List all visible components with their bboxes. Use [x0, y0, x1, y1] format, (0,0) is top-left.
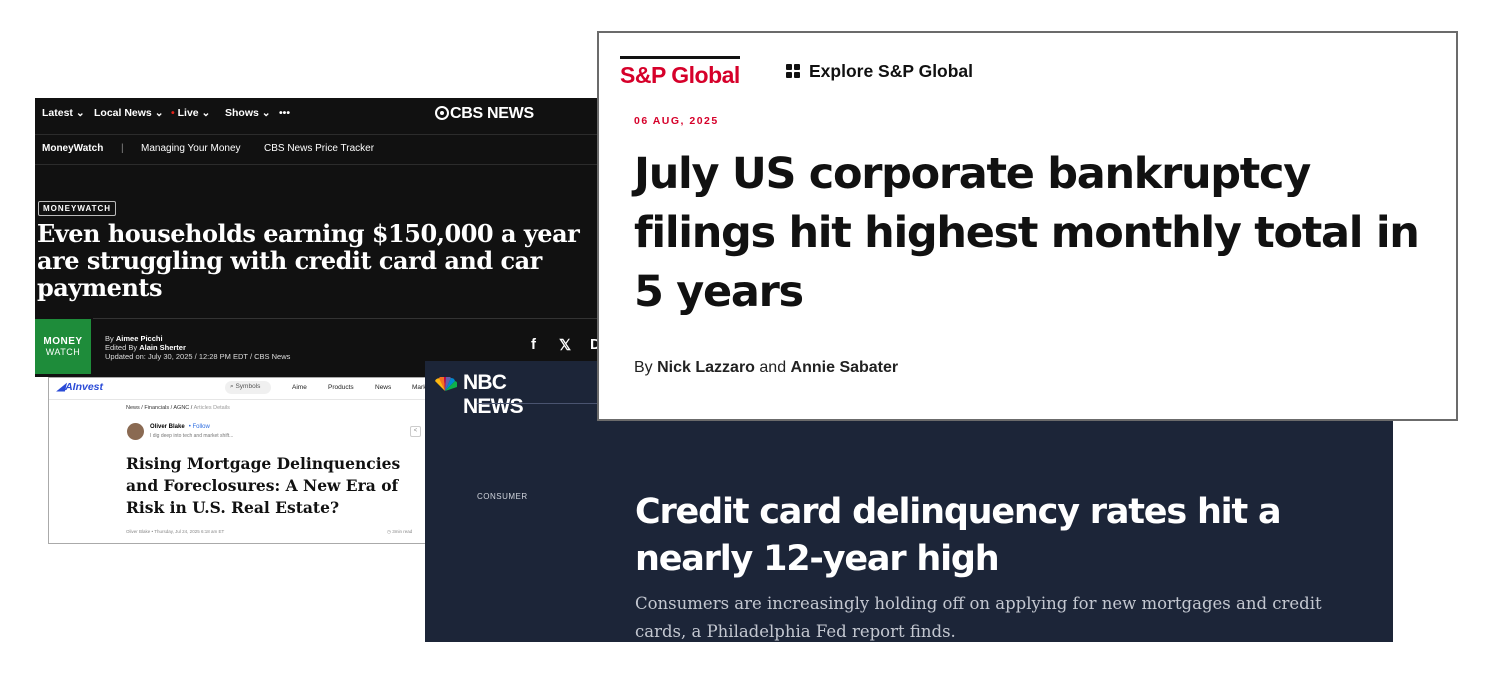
x-twitter-icon[interactable]: 𝕏 [559, 336, 571, 354]
ainvest-screenshot: ◢AInvest ⌕ Symbols Aime Products News Ma… [48, 377, 438, 544]
editor-name[interactable]: Alain Sherter [139, 343, 186, 352]
nav-local-news[interactable]: Local News ⌄ [94, 107, 164, 119]
edited-prefix: Edited By [105, 343, 138, 352]
follow-label: Follow [192, 424, 210, 430]
breadcrumb-path[interactable]: News / Financials / AGNC / [126, 405, 194, 411]
ainvest-logo-mark-icon: ◢ [57, 381, 66, 393]
grid-icon [786, 64, 800, 78]
nav-live-label: Live ⌄ [177, 107, 211, 119]
nav-live[interactable]: • Live ⌄ [171, 107, 210, 119]
nav-latest[interactable]: Latest ⌄ [42, 107, 85, 119]
author-name[interactable]: Aimee Picchi [116, 334, 163, 343]
follow-button[interactable]: • Follow [189, 424, 210, 430]
by-prefix: By [105, 334, 114, 343]
search-placeholder: Symbols [235, 383, 261, 390]
read-time-label: 3min read [392, 529, 413, 534]
ainvest-logo[interactable]: ◢AInvest [57, 381, 103, 393]
breadcrumb: News / Financials / AGNC / Articles Deta… [126, 405, 230, 411]
subnav-price-tracker[interactable]: CBS News Price Tracker [264, 143, 374, 154]
nav-products[interactable]: Products [328, 384, 354, 391]
author-name[interactable]: Oliver Blake [150, 424, 185, 430]
subnav-moneywatch[interactable]: MoneyWatch [42, 143, 103, 154]
article-headline: Credit card delinquency rates hit a near… [635, 492, 1282, 579]
live-dot-icon: • [171, 107, 175, 119]
cbs-eye-icon [435, 106, 449, 120]
moneywatch-logo-top: MONEY [43, 336, 83, 347]
byline: By Nick Lazzaro and Annie Sabater [634, 359, 898, 377]
article-date: 06 AUG, 2025 [634, 115, 719, 127]
cbs-logo[interactable]: CBS NEWS [435, 104, 534, 123]
subnav-divider: | [121, 143, 124, 154]
facebook-icon[interactable]: f [531, 336, 536, 353]
author-bio: I dig deep into tech and market shift... [150, 433, 234, 439]
cbs-news-screenshot: Latest ⌄ Local News ⌄ • Live ⌄ Shows ⌄ •… [35, 98, 615, 377]
article-title: Rising Mortgage Delinquencies and Forecl… [126, 454, 401, 517]
breadcrumb-current: Articles Details [193, 405, 230, 411]
divider [93, 318, 615, 319]
share-icon[interactable]: < [410, 426, 421, 437]
moneywatch-logo: MONEY WATCH [35, 319, 91, 374]
cbs-sub-nav: MoneyWatch | Managing Your Money CBS New… [35, 135, 615, 165]
nav-news[interactable]: News [375, 384, 391, 391]
read-time: ◷ 3min read [387, 529, 412, 535]
author-name-1[interactable]: Nick Lazzaro [657, 359, 755, 376]
explore-label: Explore S&P Global [809, 61, 974, 81]
section-badge[interactable]: MONEYWATCH [38, 201, 117, 216]
cbs-top-nav: Latest ⌄ Local News ⌄ • Live ⌄ Shows ⌄ •… [35, 98, 615, 135]
article-headline: Even households earning $150,000 a year … [37, 219, 580, 302]
article-dek: Consumers are increasingly holding off o… [635, 594, 1322, 641]
author-row: Oliver Blake • Follow [150, 424, 210, 430]
nav-more-icon[interactable]: ••• [279, 107, 290, 119]
ainvest-header: ◢AInvest ⌕ Symbols Aime Products News Ma… [49, 378, 437, 400]
clock-icon: ◷ [387, 529, 391, 534]
article-meta: Oliver Blake • Thursday, Jul 24, 2025 6:… [126, 529, 225, 534]
explore-sp-global-button[interactable]: Explore S&P Global [786, 61, 973, 82]
avatar[interactable] [127, 423, 144, 440]
peacock-icon [435, 377, 457, 391]
by-prefix: By [634, 359, 653, 376]
nbc-logo-text: NBC NEWS [463, 371, 524, 418]
search-icon: ⌕ [230, 383, 234, 390]
sp-global-screenshot: S&P Global Explore S&P Global 06 AUG, 20… [597, 31, 1458, 421]
byline-and: and [759, 359, 787, 376]
byline: By Aimee Picchi Edited By Alain Sherter … [105, 334, 290, 361]
subnav-managing-your-money[interactable]: Managing Your Money [141, 143, 241, 154]
cbs-logo-text: CBS NEWS [450, 105, 534, 122]
moneywatch-logo-bottom: WATCH [45, 347, 81, 357]
nav-shows[interactable]: Shows ⌄ [225, 107, 271, 119]
ainvest-logo-text: AInvest [65, 381, 104, 393]
sp-global-logo[interactable]: S&P Global [620, 56, 740, 89]
nav-aime[interactable]: Aime [292, 384, 307, 391]
symbols-search[interactable]: ⌕ Symbols [225, 381, 271, 394]
author-name-2[interactable]: Annie Sabater [791, 359, 899, 376]
article-headline: July US corporate bankruptcy filings hit… [634, 149, 1420, 317]
updated-timestamp: Updated on: July 30, 2025 / 12:28 PM EDT… [105, 352, 291, 361]
section-label[interactable]: CONSUMER [477, 492, 528, 501]
